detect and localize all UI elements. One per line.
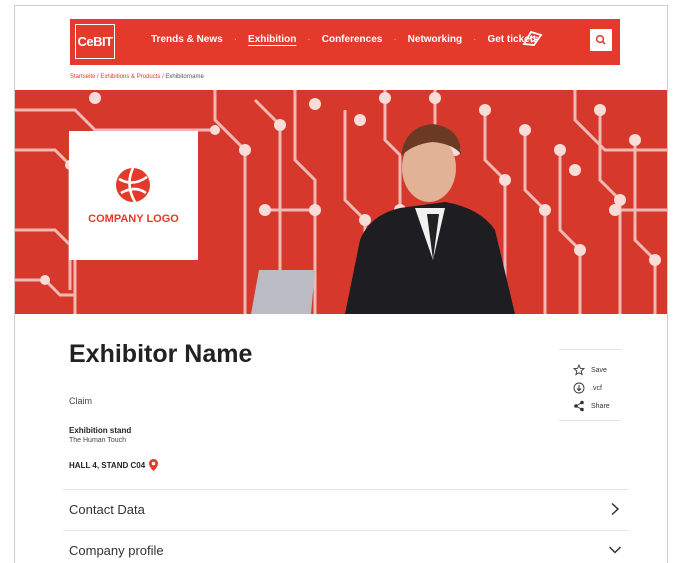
exhibition-stand-heading: Exhibition stand	[69, 426, 132, 435]
star-icon	[573, 364, 585, 376]
exhibition-stand-subtitle: The Human Touch	[69, 437, 127, 444]
company-profile-label: Company profile	[69, 543, 164, 558]
cebit-logo[interactable]: CeBIT	[75, 24, 115, 59]
exhibitor-claim: Claim	[69, 396, 93, 406]
share-icon	[574, 400, 584, 412]
vcf-download-button[interactable]: .vcf	[573, 382, 602, 394]
exhibitor-name: Exhibitor Name	[69, 340, 253, 368]
vcf-label: .vcf	[591, 384, 602, 392]
nav-separator: ·	[307, 34, 311, 45]
hall-stand-text: HALL 4, STAND C04	[69, 460, 146, 470]
nav-item-conferences[interactable]: Conferences	[322, 34, 383, 45]
chevron-right-icon	[611, 502, 620, 516]
share-button[interactable]: Share	[573, 400, 610, 412]
share-label: Share	[591, 402, 610, 410]
contact-data-label: Contact Data	[69, 502, 145, 517]
save-button[interactable]: Save	[573, 364, 607, 376]
search-icon	[595, 34, 606, 45]
company-logo-text: COMPANY LOGO	[88, 213, 179, 225]
main-nav: Trends & News · Exhibition · Conferences…	[151, 34, 539, 45]
nav-separator: ·	[473, 34, 477, 45]
action-panel: Save .vcf Share	[559, 349, 621, 421]
search-button[interactable]	[590, 29, 612, 51]
hall-stand-location[interactable]: HALL 4, STAND C04	[69, 459, 159, 471]
nav-separator: ·	[233, 34, 238, 45]
breadcrumb-link-home[interactable]: Startseite	[70, 74, 95, 80]
top-navigation-bar: CeBIT Trends & News · Exhibition · Confe…	[70, 19, 620, 65]
nav-item-exhibition[interactable]: Exhibition	[248, 34, 296, 45]
nav-separator: ·	[393, 34, 397, 45]
breadcrumb-current: Exhibitorname	[165, 74, 204, 80]
breadcrumb: Startseite / Exhibitions & Products / Ex…	[70, 74, 204, 80]
chevron-down-icon	[608, 546, 622, 554]
map-pin-icon[interactable]	[149, 459, 159, 471]
nav-item-networking[interactable]: Networking	[408, 34, 462, 45]
contact-data-row[interactable]: Contact Data	[63, 489, 628, 530]
nav-item-trends-news[interactable]: Trends & News	[151, 34, 223, 45]
hero-banner: COMPANY LOGO	[15, 90, 667, 314]
company-logo: COMPANY LOGO	[69, 131, 198, 260]
company-profile-row[interactable]: Company profile	[63, 530, 628, 563]
ticket-icon[interactable]	[521, 30, 543, 46]
download-icon	[573, 382, 585, 394]
breadcrumb-link-exhibitions[interactable]: Exhibitions & Products	[100, 74, 160, 80]
page-frame: CeBIT Trends & News · Exhibition · Confe…	[14, 5, 668, 563]
globe-icon	[116, 167, 150, 203]
save-label: Save	[591, 366, 607, 374]
